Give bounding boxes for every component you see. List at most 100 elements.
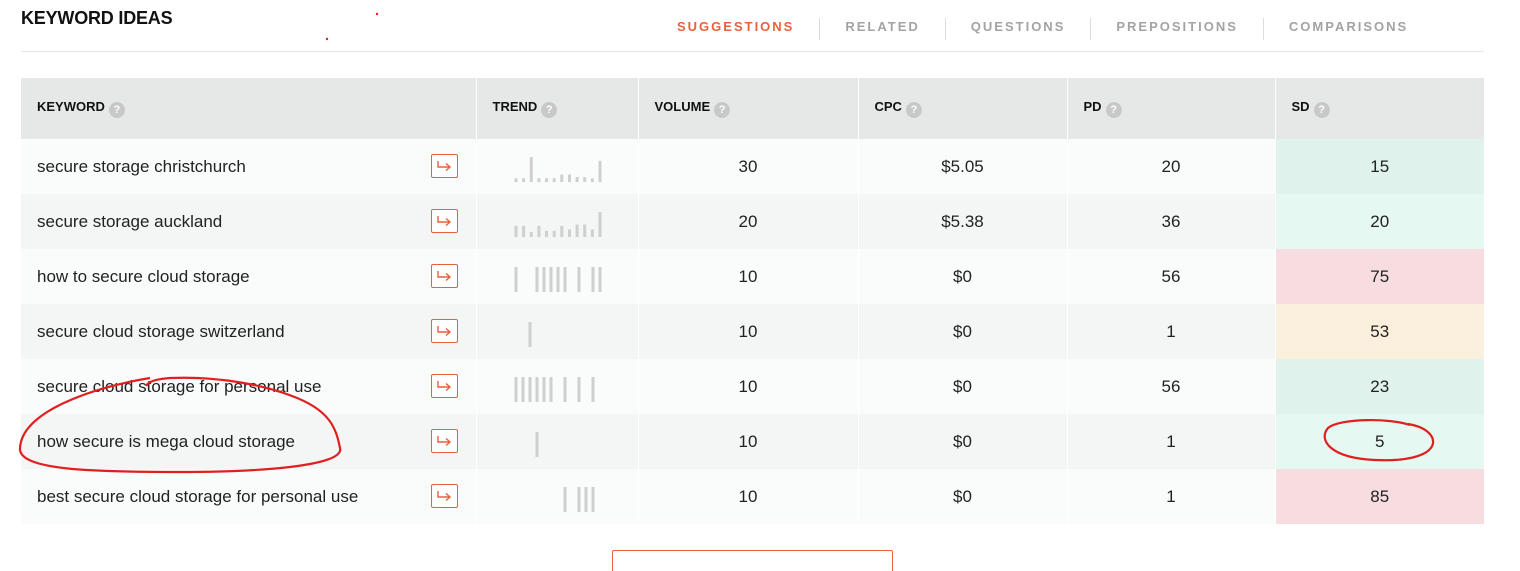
trend-bar (514, 267, 517, 292)
trend-cell (476, 139, 639, 194)
trend-bar (582, 177, 586, 182)
sd-cell: 53 (1275, 304, 1484, 359)
trend-bar (575, 177, 579, 182)
trend-bar (528, 322, 531, 347)
arrow-return-right-icon[interactable] (430, 374, 458, 398)
trend-bar (563, 487, 566, 512)
trend-bar (544, 230, 548, 238)
trend-cell (476, 414, 639, 469)
trend-sparkline (514, 212, 601, 238)
keyword-text[interactable]: how secure is mega cloud storage (37, 432, 295, 451)
table-body: secure storage christchurch 30 $5.05 20 15 se… (21, 139, 1484, 524)
trend-bar (535, 267, 538, 292)
column-label: SD (1291, 99, 1310, 114)
tab-suggestions[interactable]: SUGGESTIONS (652, 18, 819, 40)
volume-cell: 10 (638, 414, 859, 469)
sd-cell: 75 (1275, 249, 1484, 304)
trend-bar (514, 377, 517, 402)
volume-cell: 10 (638, 249, 859, 304)
trend-cell (476, 304, 639, 359)
trend-bar (521, 178, 525, 183)
trend-bar (598, 267, 601, 292)
trend-bar (549, 267, 552, 292)
keyword-cell: best secure cloud storage for personal u… (21, 469, 477, 524)
cpc-cell: $5.05 (858, 139, 1068, 194)
column-label: PD (1083, 99, 1102, 114)
trend-bar (598, 212, 601, 237)
trend-bar (591, 267, 594, 292)
trend-bar (552, 178, 556, 183)
keyword-table: KEYWORD? TREND? VOLUME? CPC? PD? SD? sec… (21, 78, 1484, 524)
tab-related[interactable]: RELATED (819, 18, 944, 40)
tab-prepositions[interactable]: PREPOSITIONS (1090, 18, 1263, 40)
column-header-cpc[interactable]: CPC? (858, 78, 1068, 139)
trend-bar (591, 377, 594, 402)
keyword-text[interactable]: best secure cloud storage for personal u… (37, 487, 358, 506)
column-label: CPC (874, 99, 902, 114)
arrow-return-right-icon[interactable] (430, 429, 458, 453)
question-circle-icon[interactable]: ? (905, 102, 922, 118)
trend-bar (591, 487, 594, 512)
trend-sparkline (563, 487, 594, 512)
pd-cell: 1 (1067, 414, 1276, 469)
pd-cell: 56 (1067, 359, 1276, 414)
trend-bar (590, 229, 594, 237)
arrow-return-right-icon[interactable] (430, 484, 458, 508)
annotation-dot (375, 12, 379, 16)
arrow-return-right-icon[interactable] (430, 264, 458, 288)
sd-cell: 20 (1275, 194, 1484, 249)
column-header-volume[interactable]: VOLUME? (638, 78, 859, 139)
arrow-return-right-icon[interactable] (430, 209, 458, 233)
keyword-cell: how secure is mega cloud storage (21, 414, 477, 469)
sd-cell: 5 (1275, 414, 1484, 469)
table-row: how secure is mega cloud storage 10 $0 1 5 (21, 414, 1484, 469)
cpc-cell: $5.38 (858, 194, 1068, 249)
trend-bar (521, 225, 525, 238)
table-header-row: KEYWORD? TREND? VOLUME? CPC? PD? SD? (21, 78, 1484, 139)
trend-bar (542, 377, 545, 402)
trend-bar (529, 232, 533, 237)
trend-bar (575, 224, 579, 237)
tab-questions[interactable]: QUESTIONS (944, 18, 1091, 40)
column-header-pd[interactable]: PD? (1067, 78, 1276, 139)
column-header-sd[interactable]: SD? (1275, 78, 1484, 139)
cpc-cell: $0 (858, 249, 1068, 304)
column-header-trend[interactable]: TREND? (476, 78, 639, 139)
trend-bar (528, 377, 531, 402)
trend-bar (577, 267, 580, 292)
keyword-cell: secure cloud storage switzerland (21, 304, 477, 359)
cpc-cell: $0 (858, 359, 1068, 414)
column-header-keyword[interactable]: KEYWORD? (21, 78, 477, 139)
question-circle-icon[interactable]: ? (714, 102, 731, 118)
keyword-text[interactable]: secure cloud storage for personal use (37, 377, 321, 396)
pd-cell: 20 (1067, 139, 1276, 194)
keyword-cell: how to secure cloud storage (21, 249, 477, 304)
trend-bar (584, 487, 587, 512)
trend-cell (476, 249, 639, 304)
arrow-return-right-icon[interactable] (430, 319, 458, 343)
keyword-cell: secure storage auckland (21, 194, 477, 249)
trend-sparkline (528, 322, 531, 347)
cpc-cell: $0 (858, 469, 1068, 524)
trend-bar (529, 157, 533, 182)
load-more-button[interactable] (612, 550, 893, 571)
keyword-text[interactable]: secure storage christchurch (37, 157, 246, 176)
question-circle-icon[interactable]: ? (541, 102, 558, 118)
table-row: secure cloud storage for personal use 10 $… (21, 359, 1484, 414)
question-circle-icon[interactable]: ? (1105, 102, 1122, 118)
keyword-cell: secure storage christchurch (21, 139, 477, 194)
sd-cell: 85 (1275, 469, 1484, 524)
keyword-text[interactable]: secure cloud storage switzerland (37, 322, 285, 341)
keyword-text[interactable]: how to secure cloud storage (37, 267, 250, 286)
volume-cell: 10 (638, 304, 859, 359)
question-circle-icon[interactable]: ? (108, 102, 125, 118)
keyword-text[interactable]: secure storage auckland (37, 212, 222, 231)
column-label: VOLUME (654, 99, 711, 114)
arrow-return-right-icon[interactable] (430, 154, 458, 178)
volume-cell: 20 (638, 194, 859, 249)
trend-bar (536, 178, 540, 183)
keyword-cell: secure cloud storage for personal use (21, 359, 477, 414)
question-circle-icon[interactable]: ? (1313, 102, 1330, 118)
tab-comparisons[interactable]: COMPARISONS (1262, 18, 1433, 40)
trend-bar (556, 267, 559, 292)
